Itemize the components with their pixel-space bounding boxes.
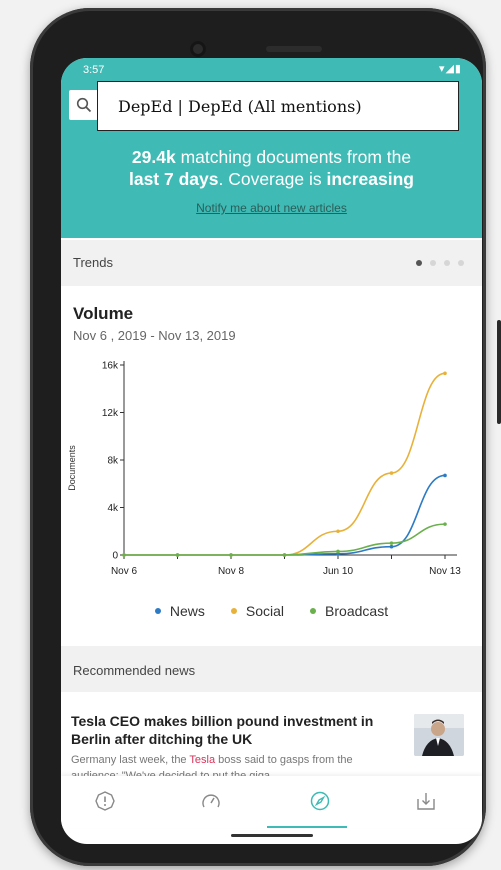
y-tick-label-0: 0	[112, 551, 118, 562]
page-indicator[interactable]	[416, 260, 464, 266]
power-button	[497, 320, 501, 424]
legend-item-broadcast[interactable]: Broadcast	[310, 603, 388, 619]
device-stage: 3:57 ▾◢▮ DepEd | DepEd (All mentions) 29…	[0, 0, 501, 870]
legend-swatch-news	[154, 608, 161, 614]
legend-label-social: Social	[245, 603, 285, 619]
data-point-social-4	[336, 529, 340, 534]
header-panel: 3:57 ▾◢▮ DepEd | DepEd (All mentions) 29…	[61, 58, 482, 238]
home-indicator	[231, 834, 313, 837]
volume-chart: 0 4k 8k 12k 16k Nov 6 Nov 8 Jun 10 Nov 13 Docum…	[67, 361, 461, 578]
series-line-broadcast	[123, 523, 446, 556]
y-tick-label-3: 12k	[102, 408, 119, 419]
x-tick-label-2: Jun 10	[323, 566, 353, 577]
compass-icon[interactable]	[309, 790, 331, 812]
volume-title: Volume	[73, 304, 134, 323]
data-point-social-6	[443, 371, 447, 376]
data-point-news-6	[443, 473, 447, 478]
bottom-navigation	[61, 776, 482, 828]
series-line-social	[123, 372, 446, 556]
news-headline[interactable]: Tesla CEO makes billion pound investment…	[71, 712, 401, 748]
summary-text-2: . Coverage is	[218, 169, 327, 189]
data-point-broadcast-2	[229, 553, 233, 557]
y-tick-label-4: 16k	[102, 361, 119, 372]
legend-label-broadcast: Broadcast	[325, 603, 389, 619]
recommended-header: Recommended news	[61, 646, 482, 692]
legend-label-news: News	[169, 603, 205, 619]
legend-item-news[interactable]: News	[154, 603, 205, 619]
data-point-broadcast-0	[122, 553, 126, 557]
data-point-broadcast-6	[443, 522, 447, 526]
page-dot-1[interactable]	[416, 260, 422, 266]
snippet-text: Germany last week, the	[71, 754, 190, 766]
camera-icon	[190, 41, 206, 57]
data-point-broadcast-1	[175, 553, 180, 557]
x-tick-label-0: Nov 6	[111, 566, 138, 577]
period-label: last 7 days	[128, 169, 219, 189]
x-tick-label-3: Nov 13	[429, 566, 461, 577]
data-point-social-5	[389, 471, 394, 475]
data-point-broadcast-4	[336, 549, 340, 554]
search-icon	[76, 97, 92, 113]
page-dot-3[interactable]	[444, 260, 450, 266]
volume-date-range: Nov 6 , 2019 - Nov 13, 2019	[73, 328, 236, 343]
page-dot-4[interactable]	[458, 260, 464, 266]
recommended-label: Recommended news	[73, 663, 196, 678]
y-axis-label: Documents	[67, 445, 77, 491]
snippet-highlight: Tesla	[189, 754, 216, 766]
data-point-broadcast-3	[282, 553, 287, 557]
y-tick-label-2: 8k	[107, 456, 119, 467]
person-photo	[414, 714, 464, 756]
trends-label: Trends	[73, 255, 113, 270]
search-query-field[interactable]: DepEd | DepEd (All mentions)	[97, 81, 459, 131]
series-group	[122, 371, 447, 557]
summary-text: matching documents from the	[175, 147, 412, 167]
active-tab-indicator	[267, 826, 347, 828]
gauge-icon[interactable]	[200, 790, 222, 812]
status-icons: ▾◢▮	[438, 63, 462, 75]
coverage-summary: 29.4k matching documents from the last 7…	[61, 146, 482, 190]
status-time: 3:57	[83, 64, 105, 76]
speaker-grille	[266, 46, 322, 52]
page-dot-2[interactable]	[430, 260, 436, 266]
alert-icon[interactable]	[94, 790, 116, 812]
notify-link[interactable]: Notify me about new articles	[61, 201, 482, 215]
trend-label: increasing	[326, 169, 414, 189]
data-point-broadcast-5	[389, 541, 394, 545]
news-thumbnail[interactable]	[414, 714, 464, 756]
y-axis: 0 4k 8k 12k 16k	[102, 361, 125, 562]
document-count: 29.4k	[131, 147, 176, 167]
search-button[interactable]	[69, 90, 99, 120]
data-point-news-5	[389, 544, 394, 549]
trends-header: Trends	[61, 240, 482, 286]
app-screen: 3:57 ▾◢▮ DepEd | DepEd (All mentions) 29…	[61, 58, 482, 844]
y-tick-label-1: 4k	[107, 503, 119, 514]
legend-swatch-broadcast	[310, 608, 317, 614]
x-axis: Nov 6 Nov 8 Jun 10 Nov 13	[111, 554, 461, 577]
legend-swatch-social	[230, 608, 237, 614]
legend-item-social[interactable]: Social	[230, 603, 285, 619]
x-tick-label-1: Nov 8	[218, 566, 245, 577]
news-snippet: Germany last week, the Tesla boss said t…	[71, 752, 401, 778]
chart-legend: News Social Broadcast	[61, 603, 482, 619]
download-icon[interactable]	[415, 790, 437, 812]
